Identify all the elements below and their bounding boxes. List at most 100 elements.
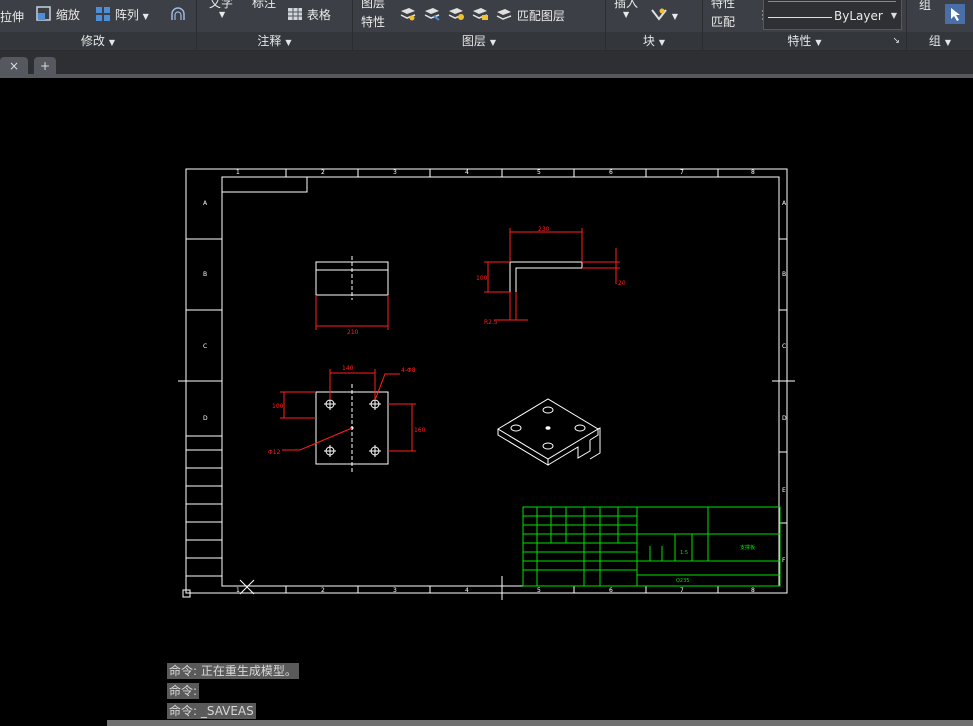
col-number: 1 [236, 169, 240, 176]
col-number-bottom: 2 [321, 587, 325, 594]
layer-isolate-icon[interactable] [423, 7, 441, 24]
sheet-border [185, 168, 788, 594]
drawing-tab[interactable]: × [0, 57, 28, 75]
title-scale: 1:5 [680, 550, 688, 556]
match-layer-label: 匹配图层 [516, 9, 565, 23]
offset-icon [170, 6, 186, 25]
scale-label: 缩放 [55, 8, 80, 22]
dim-center-hole: Φ12 [268, 449, 281, 456]
ribbon: 拉伸 缩放 阵列 ▼ 修改 ▼ 文字 ▼ 标注 表格 注释 ▼ 图层 特性 匹配… [0, 0, 973, 51]
dim-side-thickness: 20 [618, 280, 626, 287]
dim-plate-height: 160 [414, 427, 426, 434]
select-group-icon[interactable] [945, 4, 965, 27]
dim-hole-dia: 4-Φ8 [401, 367, 416, 374]
title-part-name: 支撑板 [740, 544, 755, 551]
layer-freeze-icon[interactable] [447, 7, 465, 24]
drawing-svg: 1 2 3 4 5 6 7 8 1 2 3 4 5 6 7 8 A B C D … [178, 168, 795, 600]
row-letter: D [203, 415, 208, 422]
offset-button[interactable] [170, 6, 186, 25]
new-tab-button[interactable]: + [34, 57, 56, 75]
chevron-down-icon: ▼ [815, 38, 822, 47]
col-number: 8 [751, 169, 755, 176]
layers-panel-title[interactable]: 图层 ▼ [353, 32, 605, 50]
match-properties-button[interactable]: 特性 匹配 [711, 0, 735, 32]
annotation-panel-title[interactable]: 注释 ▼ [197, 32, 352, 50]
horizontal-scrollbar[interactable] [107, 720, 973, 726]
row-letter: B [203, 271, 207, 278]
col-number-bottom: 3 [393, 587, 397, 594]
chevron-down-icon: ▼ [623, 10, 630, 19]
isometric-view [497, 398, 601, 466]
inner-border [221, 176, 780, 587]
col-number: 6 [609, 169, 613, 176]
array-button[interactable]: 阵列 ▼ [95, 6, 149, 25]
properties-panel: 特性 匹配 ByLayer ▼ 特性 ▼ ↘ [703, 0, 907, 50]
array-label: 阵列 [114, 8, 139, 22]
chevron-down-icon: ▼ [658, 38, 666, 47]
match-properties-label-2: 匹配 [711, 15, 736, 29]
table-icon [287, 6, 303, 25]
layer-properties-button[interactable]: 图层 特性 [361, 0, 385, 32]
right-letter: C [782, 343, 786, 350]
chevron-down-icon: ▼ [489, 38, 497, 47]
dim-front-width: 230 [538, 226, 550, 233]
command-history-line-1: 命令: 正在重生成模型。 [167, 663, 299, 679]
col-number-bottom: 6 [609, 587, 613, 594]
plus-icon: + [39, 59, 51, 73]
chevron-down-icon: ▼ [108, 38, 116, 47]
layer-properties-label-1: 图层 [361, 0, 386, 10]
col-number-bottom: 5 [537, 587, 541, 594]
scale-button[interactable]: 缩放 [36, 6, 80, 25]
left-zone-strip [186, 238, 222, 577]
block-panel-title[interactable]: 块 ▼ [606, 32, 702, 50]
chevron-down-icon: ▼ [890, 11, 897, 20]
col-number: 3 [393, 169, 397, 176]
top-tick-marks [285, 169, 719, 177]
chevron-down-icon: ▼ [285, 38, 292, 47]
stretch-button[interactable]: 拉伸 [0, 8, 24, 25]
drawing-canvas[interactable]: 1 2 3 4 5 6 7 8 1 2 3 4 5 6 7 8 A B C D … [0, 78, 973, 726]
right-letter: A [782, 200, 787, 207]
command-history-line-2: 命令: [167, 683, 200, 699]
command-line-input[interactable]: 命令: _SAVEAS [167, 703, 256, 719]
col-number: 4 [465, 169, 469, 176]
chevron-down-icon: ▼ [219, 10, 226, 19]
plate-view: 140 100 160 4-Φ8 Φ12 [268, 365, 426, 472]
close-icon[interactable]: × [9, 59, 19, 73]
right-letter: D [782, 415, 787, 422]
dialog-launcher-icon[interactable]: ↘ [892, 32, 900, 50]
upper-left-label-box [222, 177, 308, 193]
match-properties-label-1: 特性 [711, 0, 736, 10]
annotation-panel: 文字 ▼ 标注 表格 注释 ▼ [197, 0, 353, 50]
layer-lock-icon[interactable] [471, 7, 489, 24]
properties-panel-title[interactable]: 特性 ▼ ↘ [703, 32, 906, 50]
table-label: 表格 [306, 8, 331, 22]
match-layer-icon [495, 8, 513, 25]
linetype-value: ByLayer [834, 9, 883, 23]
chevron-down-icon: ▼ [671, 12, 678, 21]
dim-plate-width: 140 [342, 365, 354, 372]
block-panel: 插入 ▼ ▼ 块 ▼ [606, 0, 703, 50]
row-letter: C [203, 343, 207, 350]
match-layer-button[interactable]: 匹配图层 [495, 7, 565, 25]
col-number-bottom: 8 [751, 587, 755, 594]
row-letter: A [203, 200, 208, 207]
dimension-button[interactable]: 标注 [252, 0, 276, 11]
groups-panel: 组 组 ▼ [907, 0, 973, 50]
modify-panel-title[interactable]: 修改 ▼ [0, 32, 196, 50]
dim-front-height: 100 [476, 275, 488, 282]
col-number: 5 [537, 169, 541, 176]
groups-panel-title[interactable]: 组 ▼ [907, 32, 973, 50]
array-icon [95, 6, 111, 25]
group-button[interactable]: 组 [919, 0, 931, 13]
table-button[interactable]: 表格 [287, 6, 331, 25]
right-letter: B [782, 271, 786, 278]
block-edit-button[interactable]: ▼ [650, 7, 678, 24]
layer-off-icon[interactable] [399, 7, 417, 24]
right-letter: E [782, 487, 786, 494]
linetype-dropdown[interactable]: ByLayer ▼ [763, 0, 902, 30]
col-number: 2 [321, 169, 325, 176]
top-view: 210 [315, 256, 389, 336]
col-number-bottom: 1 [236, 587, 240, 594]
dim-radius: R2.5 [484, 319, 498, 326]
